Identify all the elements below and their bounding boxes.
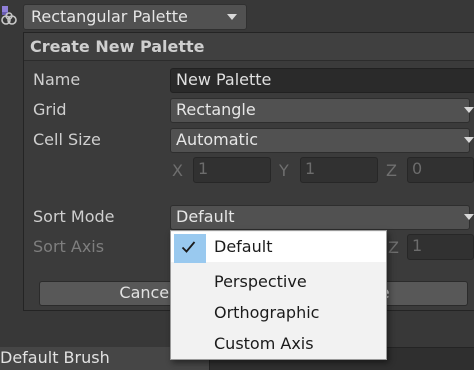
cell-size-select[interactable]: Automatic bbox=[170, 128, 474, 153]
cell-size-y-label: Y bbox=[279, 161, 289, 180]
grid-label: Grid bbox=[33, 100, 67, 119]
palette-dropdown[interactable]: Rectangular Palette bbox=[23, 4, 247, 30]
grid-select-value: Rectangle bbox=[176, 100, 256, 119]
chevron-down-icon bbox=[227, 14, 237, 20]
menu-item-label: Default bbox=[214, 237, 273, 256]
name-label: Name bbox=[33, 70, 81, 89]
cell-size-select-value: Automatic bbox=[176, 130, 259, 149]
cell-size-x-field[interactable]: 1 bbox=[193, 157, 271, 183]
menu-item-label: Perspective bbox=[214, 272, 307, 291]
menu-item-label: Orthographic bbox=[214, 303, 320, 322]
cell-size-y-field[interactable]: 1 bbox=[300, 157, 378, 183]
tile-palette-tools-icon[interactable] bbox=[0, 3, 18, 27]
menu-item-custom-axis[interactable]: Custom Axis bbox=[171, 329, 386, 359]
cell-size-z-field[interactable]: 0 bbox=[407, 157, 474, 183]
chevron-down-icon bbox=[464, 214, 474, 220]
sort-axis-label: Sort Axis bbox=[33, 237, 105, 256]
cell-size-z-label: Z bbox=[386, 161, 397, 180]
menu-item-perspective[interactable]: Perspective bbox=[171, 267, 386, 297]
chevron-down-icon bbox=[464, 107, 474, 113]
name-input[interactable]: New Palette bbox=[170, 68, 474, 93]
sort-mode-label: Sort Mode bbox=[33, 207, 115, 226]
panel-title: Create New Palette bbox=[30, 37, 205, 56]
sort-axis-z-field[interactable]: 1 bbox=[407, 234, 474, 260]
brush-label: Default Brush bbox=[0, 348, 110, 367]
sort-mode-select-value: Default bbox=[176, 207, 235, 226]
grid-select[interactable]: Rectangle bbox=[170, 98, 474, 123]
cell-size-label: Cell Size bbox=[33, 130, 101, 149]
sort-mode-menu: Default Perspective Orthographic Custom … bbox=[170, 230, 387, 360]
palette-dropdown-label: Rectangular Palette bbox=[31, 7, 188, 26]
check-icon bbox=[181, 241, 196, 253]
sort-axis-z-label: Z bbox=[388, 238, 399, 257]
cell-size-x-label: X bbox=[172, 161, 183, 180]
sort-mode-select[interactable]: Default bbox=[170, 205, 474, 230]
menu-item-orthographic[interactable]: Orthographic bbox=[171, 298, 386, 328]
chevron-down-icon bbox=[464, 137, 474, 143]
menu-item-label: Custom Axis bbox=[214, 334, 314, 353]
menu-item-default[interactable]: Default bbox=[171, 232, 386, 263]
